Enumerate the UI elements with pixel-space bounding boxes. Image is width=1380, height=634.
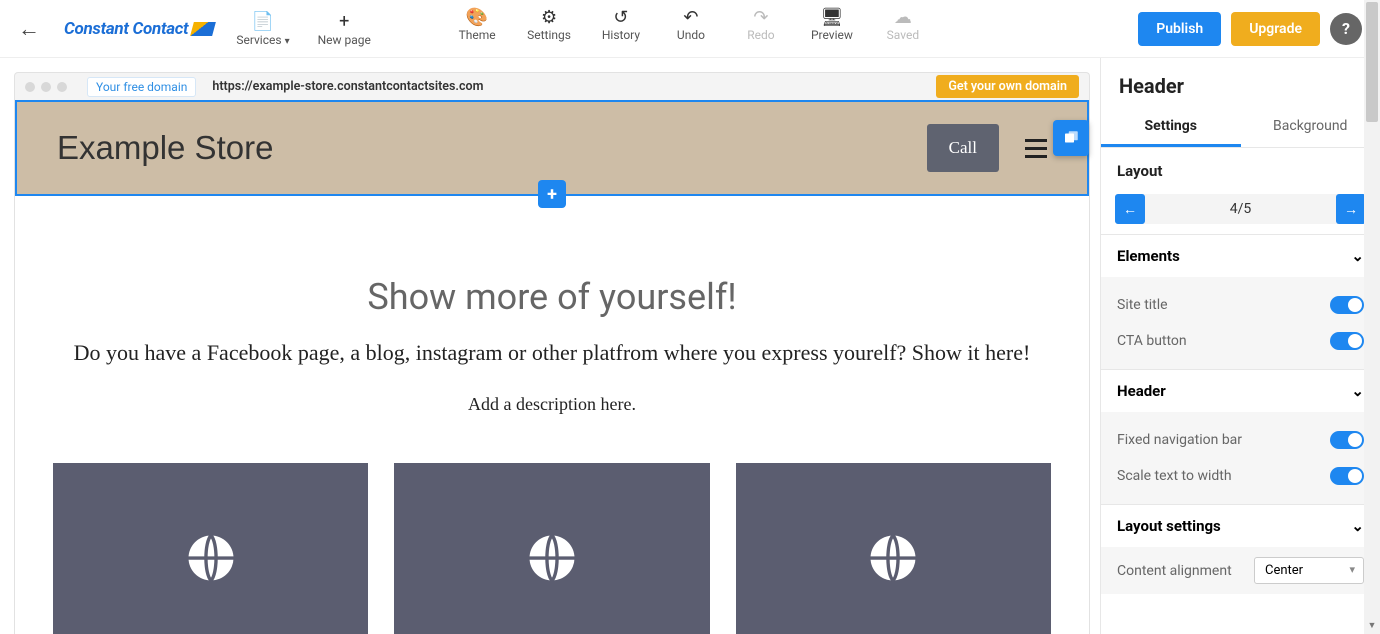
panel-title: Header [1101, 58, 1380, 108]
palette-icon: 🎨 [466, 6, 488, 28]
globe-icon [525, 531, 579, 585]
upgrade-button[interactable]: Upgrade [1231, 12, 1320, 46]
hamburger-menu-icon[interactable] [1025, 139, 1047, 158]
plus-icon: + [339, 11, 349, 33]
fixed-nav-toggle-label: Fixed navigation bar [1117, 432, 1242, 448]
layout-section-header: Layout [1101, 148, 1380, 188]
monitor-icon: 🖥 [820, 6, 843, 28]
content-alignment-label: Content alignment [1117, 563, 1232, 579]
top-toolbar: ← Constant Contact 📄 Services▾ + New pag… [0, 0, 1380, 58]
scale-text-toggle[interactable] [1330, 467, 1364, 485]
section-handle-icon[interactable] [1053, 120, 1089, 156]
globe-icon [184, 531, 238, 585]
brand-name: Constant Contact [64, 19, 188, 39]
layout-next-button[interactable]: → [1336, 194, 1366, 224]
header-section-header[interactable]: Header ⌄ [1101, 370, 1380, 412]
globe-icon [866, 531, 920, 585]
layout-page-indicator: 4/5 [1145, 201, 1336, 217]
cta-button-toggle[interactable] [1330, 332, 1364, 350]
feature-card[interactable] [53, 463, 368, 634]
theme-label: Theme [459, 28, 496, 42]
brand-logo: Constant Contact [64, 19, 214, 39]
content-alignment-select[interactable]: Center [1254, 557, 1364, 584]
chrome-dot-icon [57, 82, 67, 92]
new-page-label: New page [318, 33, 371, 47]
browser-chrome-bar: Your free domain https://example-store.c… [14, 72, 1090, 100]
saved-label: Saved [887, 28, 919, 42]
site-url: https://example-store.constantcontactsit… [212, 79, 483, 94]
fixed-nav-toggle[interactable] [1330, 431, 1364, 449]
elements-section-header[interactable]: Elements ⌄ [1101, 235, 1380, 277]
services-label: Services [236, 33, 281, 47]
cloud-check-icon: ☁ [894, 6, 912, 28]
history-label: History [602, 28, 640, 42]
properties-panel: Header Settings Background Layout ← 4/5 … [1100, 58, 1380, 634]
scroll-down-icon[interactable]: ▼ [1366, 620, 1378, 632]
site-title-toggle[interactable] [1330, 296, 1364, 314]
get-domain-button[interactable]: Get your own domain [936, 75, 1079, 98]
site-title-toggle-label: Site title [1117, 297, 1168, 313]
header-options-label: Header [1117, 382, 1166, 400]
back-arrow-icon[interactable]: ← [18, 16, 40, 42]
scale-text-toggle-label: Scale text to width [1117, 468, 1232, 484]
undo-button[interactable]: ↶ Undo [671, 6, 711, 42]
chevron-down-icon: ⌄ [1351, 382, 1364, 400]
brand-mark-icon [190, 22, 216, 36]
new-page-button[interactable]: + New page [318, 11, 371, 47]
cta-button-toggle-label: CTA button [1117, 333, 1187, 349]
cta-call-button[interactable]: Call [927, 124, 999, 172]
preview-label: Preview [811, 28, 853, 42]
content-description[interactable]: Add a description here. [45, 394, 1059, 415]
page-scrollbar[interactable]: ▲ ▼ [1364, 0, 1380, 634]
site-title[interactable]: Example Store [57, 129, 273, 167]
publish-button[interactable]: Publish [1138, 12, 1221, 46]
help-button[interactable]: ? [1330, 13, 1362, 45]
header-section[interactable]: Example Store Call + [15, 100, 1089, 196]
settings-button[interactable]: ⚙ Settings [527, 6, 571, 42]
tab-background[interactable]: Background [1241, 108, 1380, 147]
settings-label: Settings [527, 28, 571, 42]
services-menu[interactable]: 📄 Services▾ [236, 11, 289, 47]
theme-button[interactable]: 🎨 Theme [457, 6, 497, 42]
redo-icon: ↷ [753, 6, 768, 28]
redo-button[interactable]: ↷ Redo [741, 6, 781, 42]
layout-prev-button[interactable]: ← [1115, 194, 1145, 224]
elements-label: Elements [1117, 247, 1180, 265]
free-domain-badge[interactable]: Your free domain [87, 77, 196, 97]
saved-indicator: ☁ Saved [883, 6, 923, 42]
content-heading[interactable]: Show more of yourself! [45, 276, 1059, 318]
editor-canvas: Your free domain https://example-store.c… [0, 58, 1100, 634]
feature-card[interactable] [736, 463, 1051, 634]
layout-settings-header[interactable]: Layout settings ⌄ [1101, 505, 1380, 547]
chevron-down-icon: ⌄ [1351, 517, 1364, 535]
chevron-down-icon: ⌄ [1351, 247, 1364, 265]
tab-settings[interactable]: Settings [1101, 108, 1241, 147]
chrome-dot-icon [41, 82, 51, 92]
file-icon: 📄 [252, 11, 274, 33]
add-section-button[interactable]: + [538, 180, 566, 208]
history-button[interactable]: ↺ History [601, 6, 641, 42]
layout-pager: ← 4/5 → [1115, 194, 1366, 224]
scroll-thumb[interactable] [1366, 2, 1378, 122]
chrome-dot-icon [25, 82, 35, 92]
content-paragraph[interactable]: Do you have a Facebook page, a blog, ins… [45, 340, 1059, 366]
undo-icon: ↶ [683, 6, 698, 28]
history-icon: ↺ [613, 6, 628, 28]
feature-card[interactable] [394, 463, 709, 634]
undo-label: Undo [677, 28, 705, 42]
layout-settings-label: Layout settings [1117, 517, 1221, 535]
redo-label: Redo [747, 28, 774, 42]
content-section[interactable]: Show more of yourself! Do you have a Fac… [15, 196, 1089, 634]
preview-button[interactable]: 🖥 Preview [811, 6, 853, 42]
gear-icon: ⚙ [541, 6, 557, 28]
